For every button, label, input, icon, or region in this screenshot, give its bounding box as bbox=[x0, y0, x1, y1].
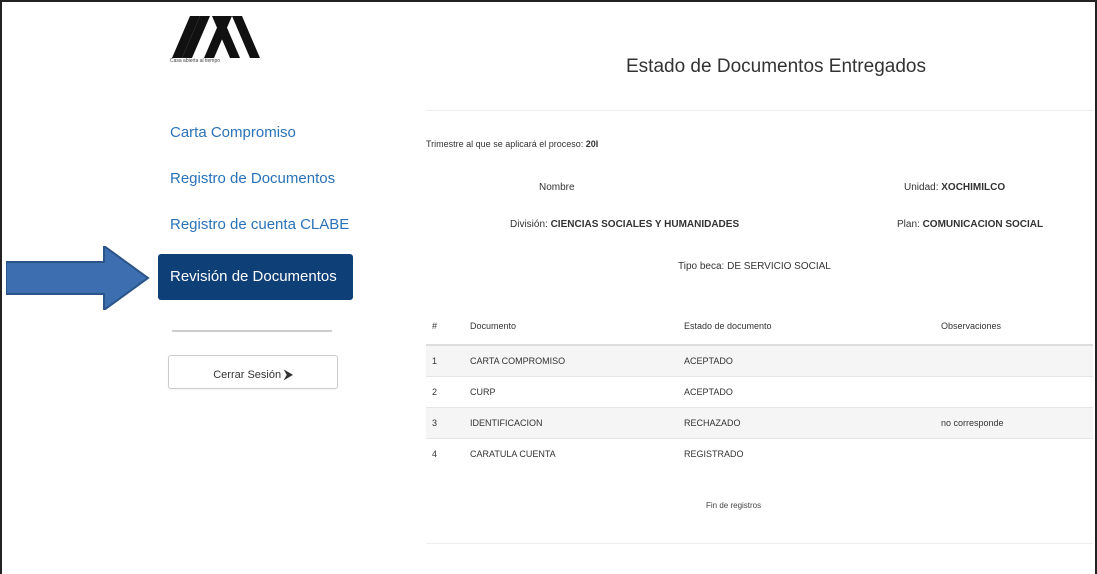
table-row: 3 IDENTIFICACION RECHAZADO no correspond… bbox=[426, 407, 1093, 439]
plan-label: Plan: bbox=[897, 219, 920, 230]
division-value: CIENCIAS SOCIALES Y HUMANIDADES bbox=[550, 219, 740, 230]
trimestre-info: Trimestre al que se aplicará el proceso:… bbox=[426, 139, 598, 149]
header-number: # bbox=[426, 308, 469, 346]
sidebar-item-registro-documentos[interactable]: Registro de Documentos bbox=[158, 156, 354, 202]
sign-out-icon: ⮞ bbox=[284, 367, 293, 381]
row-observation bbox=[911, 438, 1093, 469]
tipo-beca-label: Tipo beca: bbox=[678, 261, 725, 272]
table-row: 2 CURP ACEPTADO bbox=[426, 376, 1093, 408]
nombre-label: Nombre bbox=[539, 182, 575, 193]
row-observation bbox=[911, 376, 1093, 408]
row-document: IDENTIFICACION bbox=[469, 407, 683, 439]
tipo-beca-info: Tipo beca: DE SERVICIO SOCIAL bbox=[678, 261, 831, 272]
table-row: 1 CARTA COMPROMISO ACEPTADO bbox=[426, 344, 1093, 377]
header-documento: Documento bbox=[469, 308, 683, 346]
row-observation: no corresponde bbox=[911, 407, 1093, 439]
trimestre-label: Trimestre al que se aplicará el proceso: bbox=[426, 139, 584, 149]
page-title: Estado de Documentos Entregados bbox=[626, 56, 926, 77]
trimestre-value: 20I bbox=[585, 139, 599, 149]
header-observaciones: Observaciones bbox=[911, 308, 1093, 346]
unidad-label: Unidad: bbox=[904, 182, 939, 193]
logo-caption: Casa abierta al tiempo bbox=[170, 58, 221, 64]
sidebar-item-revision-documentos[interactable]: Revisión de Documentos bbox=[158, 254, 353, 300]
title-divider bbox=[426, 110, 1093, 111]
division-info: División: CIENCIAS SOCIALES Y HUMANIDADE… bbox=[510, 219, 739, 230]
division-label: División: bbox=[510, 219, 548, 230]
plan-info: Plan: COMUNICACION SOCIAL bbox=[897, 219, 1043, 230]
sidebar-item-carta-compromiso[interactable]: Carta Compromiso bbox=[158, 110, 354, 156]
table-header-row: # Documento Estado de documento Observac… bbox=[426, 308, 1093, 346]
row-status: ACEPTADO bbox=[683, 376, 911, 408]
plan-value: COMUNICACION SOCIAL bbox=[922, 219, 1044, 230]
row-document: CURP bbox=[469, 376, 683, 408]
frame-left-border bbox=[0, 0, 2, 574]
row-status: ACEPTADO bbox=[683, 344, 911, 377]
row-document: CARTA COMPROMISO bbox=[469, 344, 683, 377]
row-observation bbox=[911, 344, 1093, 377]
sidebar-nav: Carta Compromiso Registro de Documentos … bbox=[158, 110, 354, 300]
row-number: 4 bbox=[426, 438, 469, 469]
annotation-arrow-icon bbox=[6, 246, 150, 310]
tipo-beca-value: DE SERVICIO SOCIAL bbox=[727, 261, 831, 272]
sidebar-item-registro-cuenta-clabe[interactable]: Registro de cuenta CLABE bbox=[158, 202, 354, 248]
unidad-value: XOCHIMILCO bbox=[941, 182, 1006, 193]
documents-table: # Documento Estado de documento Observac… bbox=[426, 308, 1093, 469]
logout-button[interactable]: Cerrar Sesión ⮞ bbox=[168, 355, 338, 389]
row-status: REGISTRADO bbox=[683, 438, 911, 469]
header-estado: Estado de documento bbox=[683, 308, 911, 346]
bottom-divider bbox=[426, 543, 1093, 544]
logout-label: Cerrar Sesión bbox=[213, 369, 282, 381]
table-row: 4 CARATULA CUENTA REGISTRADO bbox=[426, 438, 1093, 469]
sidebar-divider bbox=[172, 330, 332, 332]
row-document: CARATULA CUENTA bbox=[469, 438, 683, 469]
row-status: RECHAZADO bbox=[683, 407, 911, 439]
end-of-records-note: Fin de registros bbox=[706, 501, 762, 510]
unidad-info: Unidad: XOCHIMILCO bbox=[904, 182, 1005, 193]
row-number: 1 bbox=[426, 344, 469, 377]
frame-top-border bbox=[0, 0, 1097, 2]
row-number: 2 bbox=[426, 376, 469, 408]
row-number: 3 bbox=[426, 407, 469, 439]
